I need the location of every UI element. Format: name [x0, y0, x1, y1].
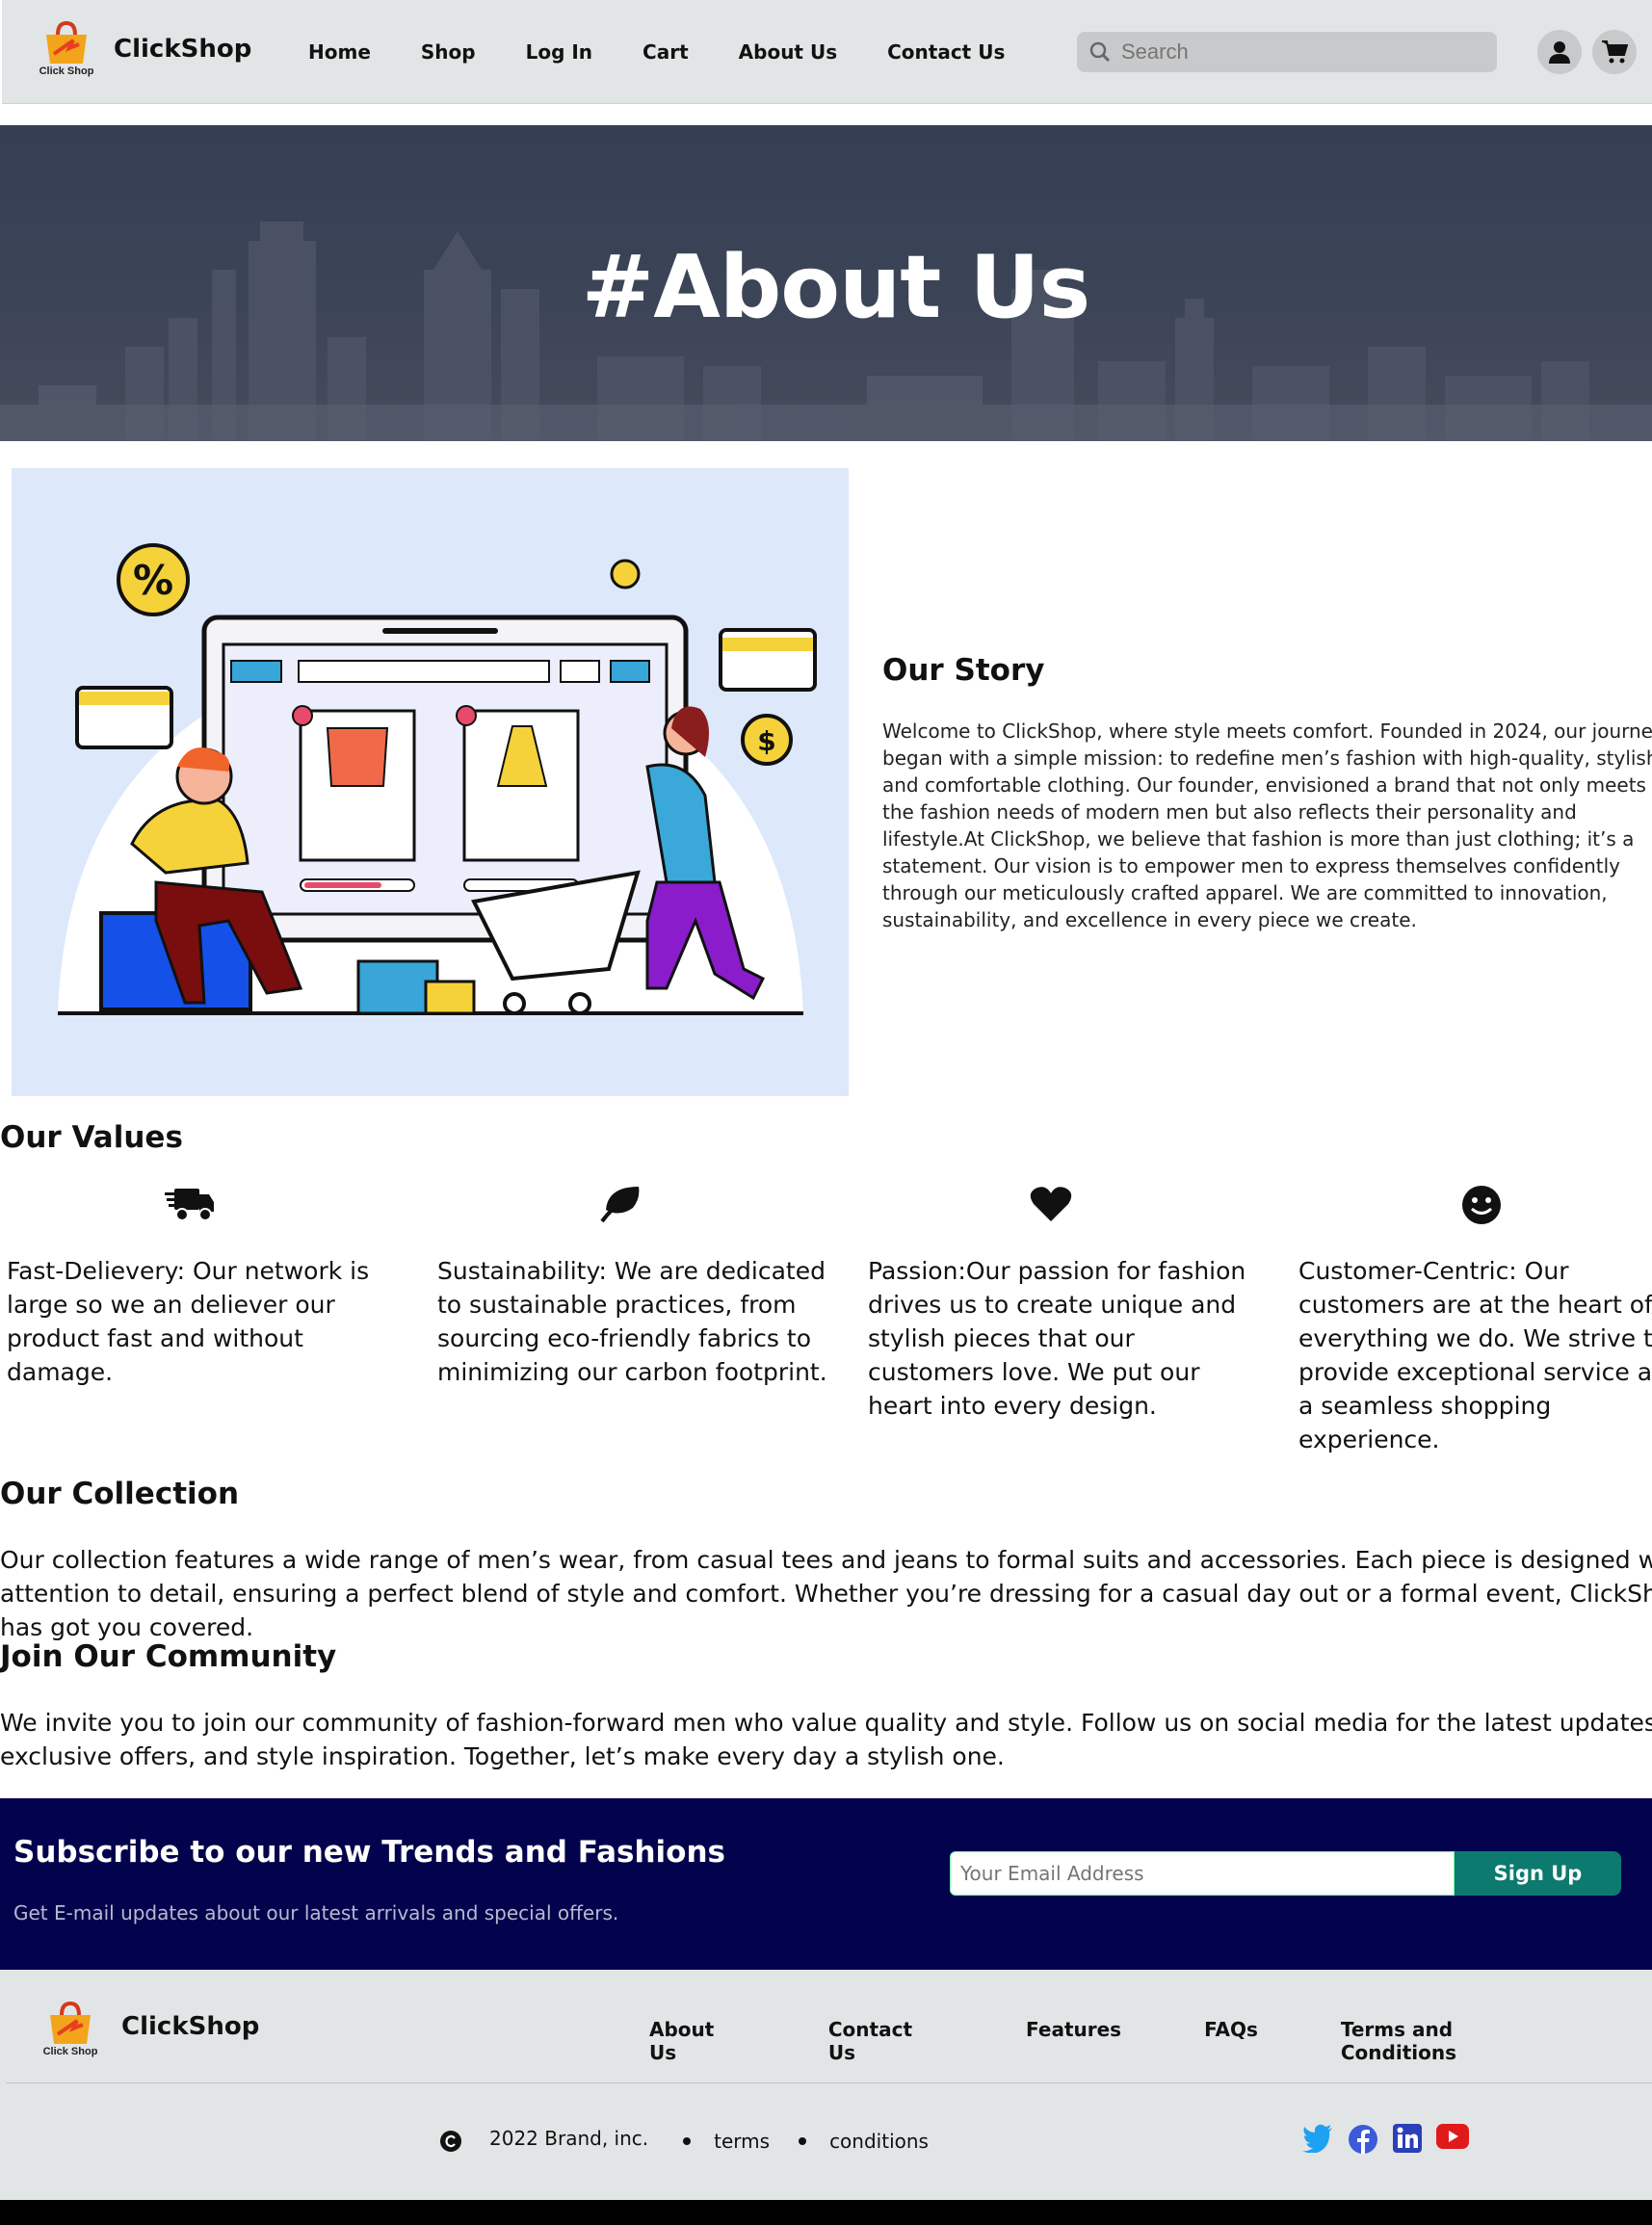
conditions-link[interactable]: conditions [829, 2130, 929, 2153]
nav-login[interactable]: Log In [526, 40, 592, 64]
value-card-delivery: Fast-Delievery: Our network is large so … [7, 1185, 397, 1389]
twitter-icon[interactable] [1302, 2124, 1333, 2153]
shopping-bag-logo-icon: Click Shop [39, 20, 94, 77]
footer-link-contact[interactable]: Contact Us [828, 2018, 943, 2064]
footer-link-faqs[interactable]: FAQs [1204, 2018, 1258, 2064]
value-card-passion: Passion:Our passion for fashion drives u… [868, 1185, 1258, 1423]
footer-divider [6, 2082, 1652, 2083]
linkedin-icon[interactable] [1393, 2124, 1422, 2153]
youtube-icon[interactable] [1436, 2124, 1469, 2149]
separator-dot [799, 2137, 807, 2145]
user-icon [1549, 41, 1570, 64]
truck-icon [165, 1189, 214, 1221]
page-title: #About Us [581, 237, 1090, 338]
search-icon [1089, 41, 1111, 63]
shopping-bag-logo-icon: Click Shop [43, 2001, 98, 2057]
nav-contact[interactable]: Contact Us [887, 40, 1005, 64]
brand-name[interactable]: ClickShop [114, 35, 251, 64]
social-links [1302, 2124, 1469, 2155]
footer-brand[interactable]: ClickShop [121, 2012, 259, 2041]
smile-icon [1462, 1186, 1501, 1224]
account-button[interactable] [1537, 30, 1582, 74]
cart-button[interactable] [1592, 30, 1637, 74]
signup-button[interactable]: Sign Up [1455, 1851, 1621, 1896]
svg-text:%: % [133, 557, 173, 604]
newsletter-subtitle: Get E-mail updates about our latest arri… [13, 1901, 619, 1924]
copyright-icon [440, 2131, 461, 2152]
facebook-icon[interactable] [1348, 2124, 1378, 2155]
footer-nav: About Us Contact Us Features FAQs Terms … [649, 2018, 1652, 2064]
footer-link-about[interactable]: About Us [649, 2018, 746, 2064]
hero-banner: #About Us [0, 125, 1652, 441]
separator-dot [683, 2137, 692, 2145]
value-text: Passion:Our passion for fashion drives u… [868, 1257, 1246, 1420]
copyright-row: 2022 Brand, inc. terms conditions [439, 2127, 929, 2153]
community-text: We invite you to join our community of f… [0, 1709, 1652, 1770]
value-text: Fast-Delievery: Our network is large so … [7, 1257, 370, 1386]
cart-icon [1602, 40, 1628, 64]
nav-shop[interactable]: Shop [421, 40, 476, 64]
heart-icon [1030, 1187, 1072, 1221]
svg-text:Click Shop: Click Shop [39, 65, 94, 77]
terms-link[interactable]: terms [714, 2130, 770, 2153]
footer-link-terms[interactable]: Terms and Conditions [1341, 2018, 1569, 2064]
site-header: Click Shop ClickShop Home Shop Log In Ca… [2, 0, 1652, 104]
logo[interactable]: Click Shop [35, 15, 98, 79]
collection-title: Our Collection [0, 1477, 240, 1511]
site-footer: Click Shop ClickShop About Us Contact Us… [0, 1970, 1652, 2200]
svg-text:$: $ [757, 725, 775, 757]
community-title: Join Our Community [0, 1639, 337, 1674]
search-box [1077, 32, 1497, 72]
svg-text:Click Shop: Click Shop [43, 2046, 98, 2057]
nav-about[interactable]: About Us [739, 40, 837, 64]
value-text: Sustainability: We are dedicated to sust… [437, 1257, 827, 1386]
newsletter-title: Subscribe to our new Trends and Fashions [13, 1835, 725, 1870]
value-card-sustainability: Sustainability: We are dedicated to sust… [437, 1185, 827, 1389]
newsletter-section: Subscribe to our new Trends and Fashions… [0, 1798, 1652, 1970]
copyright-text: 2022 Brand, inc. [489, 2127, 649, 2150]
value-card-customer: Customer-Centric: Our customers are at t… [1298, 1185, 1652, 1456]
shopping-illustration: % $ [12, 468, 849, 1096]
search-input[interactable] [1121, 39, 1468, 65]
story-title: Our Story [882, 653, 1045, 688]
main-nav: Home Shop Log In Cart About Us Contact U… [308, 40, 1055, 64]
collection-text: Our collection features a wide range of … [0, 1546, 1652, 1641]
value-text: Customer-Centric: Our customers are at t… [1298, 1257, 1652, 1453]
page-bottom-bar [0, 2200, 1652, 2225]
story-text: Welcome to ClickShop, where style meets … [882, 720, 1652, 931]
footer-logo[interactable]: Click Shop [39, 1996, 102, 2064]
footer-link-features[interactable]: Features [1026, 2018, 1121, 2064]
nav-cart[interactable]: Cart [642, 40, 689, 64]
online-shopping-image: % $ [58, 543, 817, 1015]
values-title: Our Values [0, 1120, 183, 1155]
email-input[interactable] [950, 1851, 1455, 1896]
nav-home[interactable]: Home [308, 40, 371, 64]
leaf-icon [600, 1187, 640, 1223]
